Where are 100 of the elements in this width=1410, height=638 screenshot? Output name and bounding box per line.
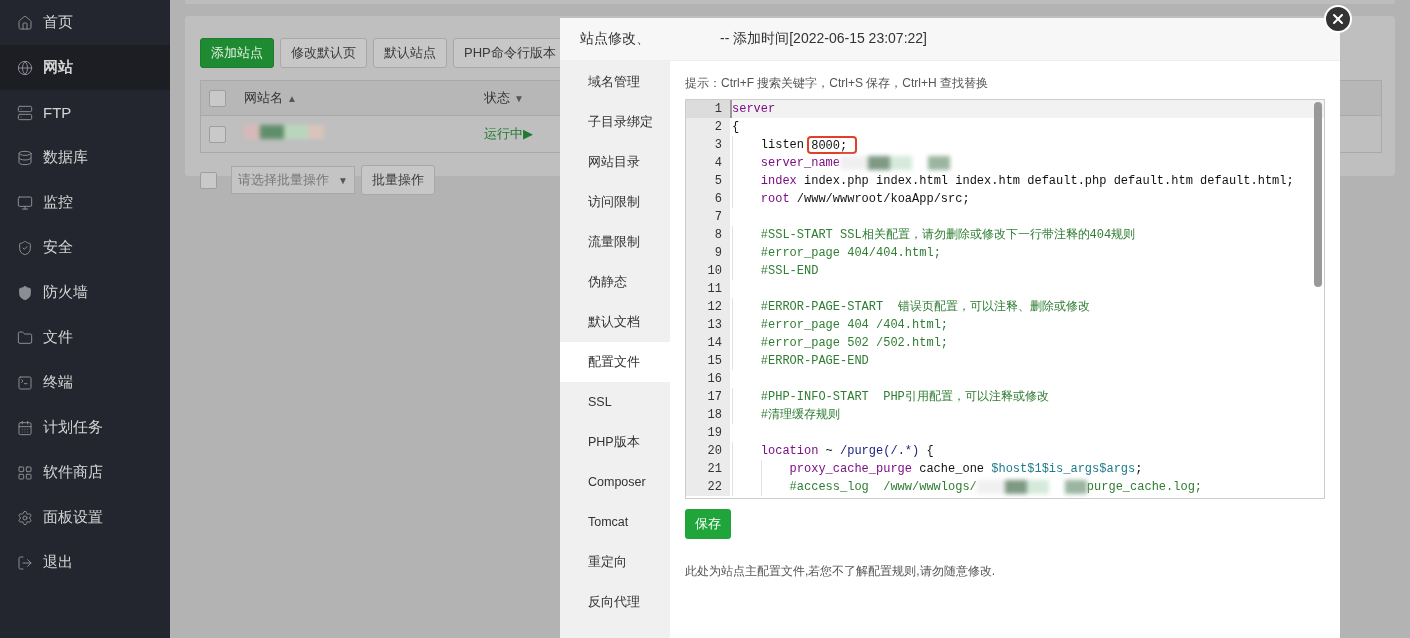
sidebar-item[interactable]: 软件商店 bbox=[0, 450, 170, 495]
menu-tab[interactable]: 流量限制 bbox=[560, 222, 670, 262]
code-text: server_name bbox=[760, 155, 840, 172]
calendar-icon bbox=[17, 419, 33, 436]
line-number: 15 bbox=[686, 352, 730, 370]
dialog-title: -- 添加时间[2022-06-15 23:07:22] bbox=[720, 30, 927, 48]
code-text: #SSL-START SSL相关配置，请勿删除或修改下一行带注释的404规则 bbox=[760, 227, 1136, 244]
sidebar-item[interactable]: 计划任务 bbox=[0, 405, 170, 450]
folder-icon bbox=[17, 329, 33, 346]
toolbar-button[interactable]: 默认站点 bbox=[373, 38, 447, 68]
menu-tab[interactable]: 配置文件 bbox=[560, 342, 670, 382]
code-text: #清理缓存规则 bbox=[760, 407, 840, 424]
sidebar-item[interactable]: 终端 bbox=[0, 360, 170, 405]
menu-tab[interactable]: 反向代理 bbox=[560, 582, 670, 622]
sidebar-item[interactable]: 数据库 bbox=[0, 135, 170, 180]
shield-icon bbox=[17, 284, 33, 301]
logout-icon bbox=[17, 554, 33, 571]
close-button[interactable] bbox=[1324, 5, 1352, 33]
code-text: proxy_cache_purge bbox=[789, 461, 912, 478]
batch-select[interactable]: 请选择批量操作 ▼ bbox=[231, 166, 355, 194]
code-text: listen bbox=[760, 137, 805, 154]
toolbar-button[interactable]: 修改默认页 bbox=[280, 38, 367, 68]
line-number: 16 bbox=[686, 370, 730, 388]
line-number: 9 bbox=[686, 244, 730, 262]
code-text: root bbox=[760, 191, 790, 208]
menu-tab[interactable]: PHP版本 bbox=[560, 422, 670, 462]
menu-tab[interactable]: SSL bbox=[560, 382, 670, 422]
code-text: #error_page 502 /502.html; bbox=[760, 335, 949, 352]
monitor-icon bbox=[17, 194, 33, 211]
sidebar-item[interactable]: 防火墙 bbox=[0, 270, 170, 315]
column-header[interactable]: 状态 bbox=[484, 89, 510, 107]
line-number: 12 bbox=[686, 298, 730, 316]
menu-tab[interactable]: 网站目录 bbox=[560, 142, 670, 182]
menu-tab[interactable]: 子目录绑定 bbox=[560, 102, 670, 142]
code-text: #error_page 404/404.html; bbox=[760, 245, 941, 262]
settings-icon bbox=[17, 509, 33, 526]
menu-tab[interactable]: Composer bbox=[560, 462, 670, 502]
code-text: cache_one bbox=[918, 461, 986, 478]
code-text: purge_cache.log; bbox=[1086, 479, 1203, 496]
line-number: 21 bbox=[686, 460, 730, 478]
checkbox[interactable] bbox=[200, 171, 217, 189]
sidebar-item[interactable]: 监控 bbox=[0, 180, 170, 225]
line-number: 11 bbox=[686, 280, 730, 298]
home-icon bbox=[17, 14, 33, 31]
hint-text: 提示：Ctrl+F 搜索关键字，Ctrl+S 保存，Ctrl+H 查找替换 bbox=[685, 75, 989, 92]
line-number: 10 bbox=[686, 262, 730, 280]
code-editor[interactable] bbox=[685, 99, 1325, 499]
line-number: 17 bbox=[686, 388, 730, 406]
sidebar-item[interactable]: FTP bbox=[0, 90, 170, 135]
menu-tab[interactable]: 伪静态 bbox=[560, 262, 670, 302]
line-number: 18 bbox=[686, 406, 730, 424]
line-number: 6 bbox=[686, 190, 730, 208]
sidebar-item[interactable]: 退出 bbox=[0, 540, 170, 585]
code-text: /www/wwwroot/koaApp/src; bbox=[795, 191, 970, 208]
code-text: ; bbox=[1135, 461, 1143, 478]
menu-tab[interactable]: Tomcat bbox=[560, 502, 670, 542]
scrollbar[interactable] bbox=[1314, 102, 1322, 287]
sidebar-item[interactable]: 网站 bbox=[0, 45, 170, 90]
server-icon bbox=[17, 104, 33, 121]
highlighted-code: 8000; bbox=[807, 136, 858, 154]
line-number: 22 bbox=[686, 478, 730, 496]
code-text: server bbox=[732, 101, 776, 118]
menu-tab[interactable]: 访问限制 bbox=[560, 182, 670, 222]
line-number: 1 bbox=[686, 100, 730, 118]
code-text: ~ bbox=[824, 443, 834, 460]
sidebar-item[interactable]: 安全 bbox=[0, 225, 170, 270]
menu-tab[interactable]: 默认文档 bbox=[560, 302, 670, 342]
sort-icon[interactable]: ▲ bbox=[287, 92, 297, 104]
checkbox[interactable] bbox=[209, 89, 226, 107]
line-number: 2 bbox=[686, 118, 730, 136]
code-text: /purge(/.*) bbox=[840, 443, 920, 460]
code-text: index.php index.html index.htm default.php default.htm default.html; bbox=[803, 173, 1294, 190]
terminal-icon bbox=[17, 374, 33, 391]
close-icon bbox=[1330, 11, 1346, 27]
shield-check-icon bbox=[17, 239, 33, 256]
note-text: 此处为站点主配置文件,若您不了解配置规则,请勿随意修改. bbox=[685, 563, 996, 580]
checkbox[interactable] bbox=[209, 125, 226, 143]
code-text: $host$1$is_args$args bbox=[991, 461, 1136, 478]
line-number: 3 bbox=[686, 136, 730, 154]
code-text: #ERROR-PAGE-START 错误页配置，可以注释、删除或修改 bbox=[760, 299, 1090, 316]
line-number: 4 bbox=[686, 154, 730, 172]
batch-button[interactable]: 批量操作 bbox=[361, 165, 435, 195]
column-header[interactable]: 网站名 bbox=[244, 89, 283, 107]
menu-tab[interactable]: 重定向 bbox=[560, 542, 670, 582]
line-number: 8 bbox=[686, 226, 730, 244]
grid-icon bbox=[17, 464, 33, 481]
code-text: location bbox=[760, 443, 819, 460]
code-text: #access_log /www/wwwlogs/ bbox=[789, 479, 977, 496]
code-text: index bbox=[760, 173, 797, 190]
code-text: { bbox=[732, 119, 740, 136]
line-number: 19 bbox=[686, 424, 730, 442]
sidebar-item[interactable]: 文件 bbox=[0, 315, 170, 360]
sort-icon[interactable]: ▼ bbox=[514, 92, 524, 104]
dialog-title: 站点修改、 bbox=[580, 30, 650, 48]
code-text: #error_page 404 /404.html; bbox=[760, 317, 949, 334]
toolbar-button[interactable]: 添加站点 bbox=[200, 38, 274, 68]
sidebar-item[interactable]: 面板设置 bbox=[0, 495, 170, 540]
code-text: #SSL-END bbox=[760, 263, 819, 280]
database-icon bbox=[17, 149, 33, 166]
sidebar-item[interactable]: 首页 bbox=[0, 0, 170, 45]
